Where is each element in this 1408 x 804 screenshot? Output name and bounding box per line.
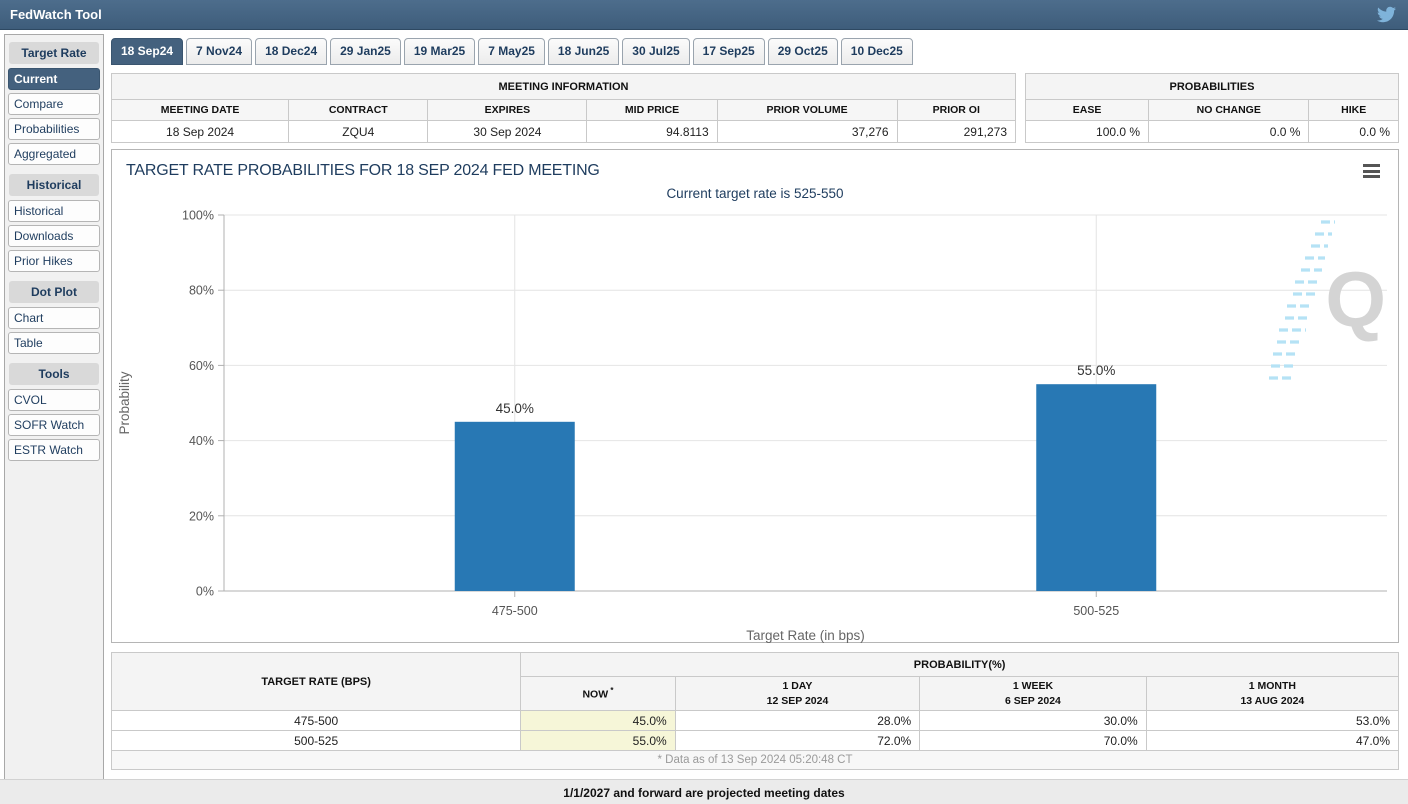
probabilities-value-hike: 0.0 %: [1308, 120, 1399, 143]
one-week-cell: 70.0%: [919, 730, 1147, 751]
tab-29-jan25[interactable]: 29 Jan25: [330, 38, 401, 65]
sidebar-header-tools: Tools: [9, 363, 99, 385]
sidebar: Target Rate Current Compare Probabilities Ag…: [4, 34, 104, 779]
titlebar: FedWatch Tool: [0, 0, 1408, 30]
svg-text:40%: 40%: [189, 434, 214, 448]
prob-col-header-now: NOW *: [520, 676, 676, 711]
sidebar-item-historical[interactable]: Historical: [8, 200, 100, 222]
probability-bar-chart: 0% 20% 40% 60% 80% 100% 45.0% 475-500 55.0% 500-5…: [117, 209, 1387, 643]
chart-title: TARGET RATE PROBABILITIES FOR 18 SEP 202…: [126, 162, 600, 179]
rate-cell: 475-500: [110, 710, 522, 731]
info-row: MEETING INFORMATION MEETING DATE CONTRACT…: [110, 73, 1399, 143]
one-month-cell: 47.0%: [1145, 730, 1400, 751]
prob-col-header-1-month: 1 MONTH 13 AUG 2024: [1145, 676, 1400, 711]
chart-bar-475-500[interactable]: [454, 421, 575, 591]
twitter-icon[interactable]: [1377, 5, 1396, 24]
tab-19-mar25[interactable]: 19 Mar25: [403, 38, 476, 65]
tab-10-dec25[interactable]: 10 Dec25: [840, 38, 913, 65]
meeting-info-value-mid-price: 94.8113: [586, 120, 718, 143]
meeting-info-value-prior-volume: 37,276: [716, 120, 898, 143]
tab-29-oct25[interactable]: 29 Oct25: [767, 38, 838, 65]
svg-text:80%: 80%: [189, 284, 214, 298]
rate-cell: 500-525: [110, 730, 522, 751]
prob-col-header-1-week: 1 WEEK 6 SEP 2024: [919, 676, 1147, 711]
tab-7-may25[interactable]: 7 May25: [478, 38, 545, 65]
sidebar-item-downloads[interactable]: Downloads: [8, 225, 100, 247]
x-tick-label: 475-500: [492, 604, 538, 618]
one-day-cell: 28.0%: [674, 710, 921, 731]
app-body: Target Rate Current Compare Probabilities Ag…: [0, 30, 1408, 779]
bar-value-label: 45.0%: [496, 401, 534, 416]
sidebar-header-target-rate: Target Rate: [9, 42, 99, 64]
probabilities-table: PROBABILITIES EASE NO CHANGE HIKE 100.0 % 0…: [1024, 73, 1399, 143]
tab-17-sep25[interactable]: 17 Sep25: [692, 38, 765, 65]
probabilities-header-ease: EASE: [1024, 99, 1150, 121]
tab-18-jun25[interactable]: 18 Jun25: [547, 38, 620, 65]
main-content: 18 Sep24 7 Nov24 18 Dec24 29 Jan25 19 Mar25 7…: [104, 30, 1408, 779]
probabilities-value-no-change: 0.0 %: [1148, 120, 1310, 143]
now-cell: 55.0%: [520, 730, 676, 751]
meeting-info-value-expires: 30 Sep 2024: [427, 120, 588, 143]
table-row-500-525: 500-525 55.0% 72.0% 70.0% 47.0%: [110, 730, 1400, 751]
sidebar-item-current[interactable]: Current: [8, 68, 100, 90]
app-title: FedWatch Tool: [10, 7, 102, 22]
sidebar-item-aggregated[interactable]: Aggregated: [8, 143, 100, 165]
sidebar-header-dot-plot: Dot Plot: [9, 281, 99, 303]
table-row-475-500: 475-500 45.0% 28.0% 30.0% 53.0%: [110, 710, 1400, 731]
meeting-info-header-meeting-date: MEETING DATE: [110, 99, 290, 121]
meeting-info-header-expires: EXPIRES: [427, 99, 588, 121]
svg-text:20%: 20%: [189, 509, 214, 523]
x-tick-label: 500-525: [1073, 604, 1119, 618]
svg-text:100%: 100%: [182, 209, 214, 223]
probabilities-title: PROBABILITIES: [1025, 73, 1399, 100]
y-axis-title: Probability: [117, 371, 132, 434]
probabilities-header-no-change: NO CHANGE: [1148, 99, 1310, 121]
tab-18-sep24[interactable]: 18 Sep24: [111, 38, 184, 65]
meeting-info-title: MEETING INFORMATION: [111, 73, 1016, 100]
meeting-information-table: MEETING INFORMATION MEETING DATE CONTRACT…: [110, 73, 1017, 143]
bar-value-label: 55.0%: [1077, 363, 1115, 378]
rate-column-header: TARGET RATE (BPS): [110, 652, 522, 711]
meeting-info-header-prior-volume: PRIOR VOLUME: [716, 99, 898, 121]
projected-dates-note: 1/1/2027 and forward are projected meeti…: [0, 779, 1408, 804]
svg-text:60%: 60%: [189, 359, 214, 373]
sidebar-item-chart[interactable]: Chart: [8, 307, 100, 329]
x-axis-title: Target Rate (in bps): [746, 628, 865, 643]
chart-subtitle: Current target rate is 525-550: [666, 186, 844, 201]
tab-18-dec24[interactable]: 18 Dec24: [255, 38, 328, 65]
sidebar-item-estr-watch[interactable]: ESTR Watch: [8, 439, 100, 461]
one-week-cell: 30.0%: [919, 710, 1147, 731]
svg-text:0%: 0%: [196, 585, 214, 599]
chart-panel: TARGET RATE PROBABILITIES FOR 18 SEP 202…: [111, 149, 1399, 643]
meeting-tabs: 18 Sep24 7 Nov24 18 Dec24 29 Jan25 19 Mar25 7…: [111, 38, 1399, 65]
meeting-info-header-mid-price: MID PRICE: [586, 99, 718, 121]
sidebar-item-sofr-watch[interactable]: SOFR Watch: [8, 414, 100, 436]
sidebar-item-table[interactable]: Table: [8, 332, 100, 354]
one-day-cell: 72.0%: [674, 730, 921, 751]
target-rate-probability-table: TARGET RATE (BPS) PROBABILITY(%) NOW * 1 …: [110, 652, 1400, 770]
meeting-info-header-prior-oi: PRIOR OI: [896, 99, 1017, 121]
meeting-info-value-contract: ZQU4: [288, 120, 429, 143]
chart-menu-icon[interactable]: [1363, 164, 1380, 181]
now-cell: 45.0%: [520, 710, 676, 731]
sidebar-item-cvol[interactable]: CVOL: [8, 389, 100, 411]
tab-7-nov24[interactable]: 7 Nov24: [186, 38, 253, 65]
probability-group-header: PROBABILITY(%): [520, 652, 1399, 677]
meeting-info-value-prior-oi: 291,273: [896, 120, 1017, 143]
data-as-of-note: * Data as of 13 Sep 2024 05:20:48 CT: [111, 750, 1399, 770]
probabilities-header-hike: HIKE: [1308, 99, 1399, 121]
probabilities-value-ease: 100.0 %: [1024, 120, 1150, 143]
sidebar-header-historical: Historical: [9, 174, 99, 196]
tab-30-jul25[interactable]: 30 Jul25: [622, 38, 690, 65]
sidebar-item-prior-hikes[interactable]: Prior Hikes: [8, 250, 100, 272]
one-month-cell: 53.0%: [1145, 710, 1400, 731]
prob-col-header-1-day: 1 DAY 12 SEP 2024: [674, 676, 921, 711]
chart-bar-500-525[interactable]: [1036, 384, 1157, 591]
meeting-info-value-meeting-date: 18 Sep 2024: [110, 120, 290, 143]
sidebar-item-compare[interactable]: Compare: [8, 93, 100, 115]
sidebar-item-probabilities[interactable]: Probabilities: [8, 118, 100, 140]
meeting-info-header-contract: CONTRACT: [288, 99, 429, 121]
